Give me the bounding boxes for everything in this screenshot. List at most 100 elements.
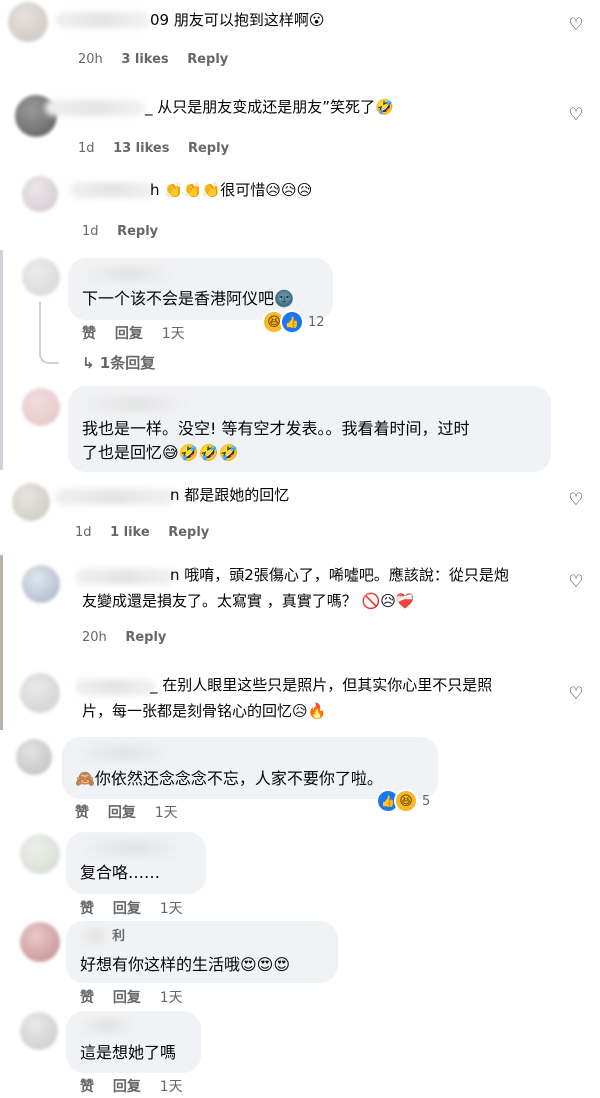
comment-meta: 1d Reply: [82, 224, 172, 239]
like-button[interactable]: 赞: [80, 1079, 94, 1095]
author-name-blur: [80, 928, 112, 944]
like-count[interactable]: 3 likes: [121, 52, 168, 67]
reply-button[interactable]: Reply: [188, 141, 229, 156]
reply-button[interactable]: Reply: [168, 525, 209, 540]
avatar[interactable]: [12, 483, 50, 521]
avatar[interactable]: [20, 673, 60, 713]
comment-text: 這是想她了嗎: [80, 1043, 177, 1062]
comment-text: 09 朋友可以抱到这样啊😮: [150, 11, 325, 29]
comment-9: 🙈你依然还念念念不忘，人家不要你了啦。 👍 😆 5 赞 回复 1天: [0, 735, 600, 825]
comment-meta: 赞 回复 1天: [80, 898, 197, 918]
timestamp[interactable]: 1天: [160, 901, 183, 917]
comment-meta: 1d 13 likes Reply: [78, 141, 243, 156]
comment-text: 好想有你这样的生活哦😍😍😍: [80, 955, 291, 974]
comment-text: 🙈你依然还念念念不忘，人家不要你了啦。: [75, 769, 383, 788]
reply-button[interactable]: 回复: [115, 326, 143, 342]
comment-6: n 都是跟她的回忆 1d 1 like Reply ♡: [0, 475, 600, 555]
timestamp[interactable]: 1d: [75, 525, 92, 540]
comment-text-line1: _ 在别人眼里这些只是照片，但其实你心里不只是照: [150, 676, 493, 694]
like-button[interactable]: 赞: [80, 901, 94, 917]
reply-button[interactable]: 回复: [113, 990, 141, 1006]
reply-button[interactable]: 回复: [113, 1079, 141, 1095]
timestamp[interactable]: 1d: [78, 141, 95, 156]
comment-5: 我也是一样。没空! 等有空才发表。。我看着时间，过时 了也是回忆😅🤣🤣🤣: [0, 380, 600, 475]
comment-12: 這是想她了嗎 赞 回复 1天: [0, 1008, 600, 1098]
like-button[interactable]: 赞: [80, 990, 94, 1006]
like-count[interactable]: 1 like: [110, 525, 150, 540]
avatar[interactable]: [16, 739, 52, 775]
comment-text-line1: n 哦唷，頭2張傷心了，唏噓吧。應該說：從只是炮: [170, 566, 509, 584]
comment-meta: 20h 3 likes Reply: [78, 52, 242, 67]
comment-text-line2: 了也是回忆😅🤣🤣🤣: [82, 443, 239, 462]
avatar[interactable]: [22, 565, 60, 603]
reply-button[interactable]: Reply: [125, 630, 166, 645]
author-name[interactable]: [70, 182, 155, 198]
comment-text: n 都是跟她的回忆: [170, 486, 290, 504]
like-button[interactable]: 赞: [82, 326, 96, 342]
author-name[interactable]: [55, 12, 150, 28]
like-count[interactable]: 13 likes: [113, 141, 169, 156]
avatar[interactable]: [20, 922, 60, 962]
view-replies-link[interactable]: ↳ 1条回复: [82, 352, 155, 373]
author-name[interactable]: [82, 396, 192, 412]
comment-meta: 20h Reply: [82, 630, 180, 645]
avatar[interactable]: [8, 2, 48, 42]
timestamp[interactable]: 1天: [155, 805, 178, 821]
avatar[interactable]: [22, 176, 58, 212]
comment-meta: 赞 回复 1天: [82, 323, 199, 343]
thread-line: [39, 302, 59, 364]
avatar[interactable]: [22, 258, 60, 296]
comment-meta: 赞 回复 1天: [80, 987, 197, 1007]
avatar[interactable]: [20, 834, 60, 874]
comment-meta: 赞 回复 1天: [80, 1076, 197, 1096]
author-name[interactable]: 利: [112, 924, 125, 950]
timestamp[interactable]: 20h: [82, 630, 107, 645]
author-name[interactable]: [55, 489, 175, 505]
comment-text-line1: 我也是一样。没空! 等有空才发表。。我看着时间，过时: [82, 419, 470, 438]
comment-10: 复合咯…… 赞 回复 1天: [0, 828, 600, 918]
comment-text-line2: 友變成還是損友了。太寫實 ，真實了嗎？ 🚫😥❤️‍🩹: [82, 592, 415, 610]
author-name[interactable]: [45, 100, 145, 116]
heart-outline-icon[interactable]: ♡: [567, 573, 585, 591]
author-name[interactable]: [80, 1018, 135, 1034]
reactions[interactable]: 👍 😆 5: [376, 789, 431, 813]
reactions[interactable]: 😆 👍 12: [262, 310, 325, 334]
reply-button[interactable]: Reply: [187, 52, 228, 67]
reply-button[interactable]: 回复: [108, 805, 136, 821]
heart-outline-icon[interactable]: ♡: [567, 106, 585, 124]
comment-8: _ 在别人眼里这些只是照片，但其实你心里不只是照 片，每一张都是刻骨铭心的回忆😥…: [0, 665, 600, 735]
comment-2: _ 从只是朋友变成还是朋友”笑死了🤣 1d 13 likes Reply ♡: [0, 85, 600, 165]
heart-outline-icon[interactable]: ♡: [567, 685, 585, 703]
avatar[interactable]: [22, 388, 60, 426]
author-name[interactable]: [75, 679, 155, 695]
comment-7: n 哦唷，頭2張傷心了，唏噓吧。應該說：從只是炮 友變成還是損友了。太寫實 ，真…: [0, 555, 600, 660]
like-reaction-icon: 👍: [280, 310, 304, 334]
comment-1: 09 朋友可以抱到这样啊😮 20h 3 likes Reply ♡: [0, 0, 600, 85]
comment-4: 下一个该不会是香港阿仪吧🌚 😆 👍 12 赞 回复 1天 ↳ 1条回复: [0, 250, 600, 380]
comment-text: 复合咯……: [80, 863, 161, 882]
comment-3: h 👏👏👏很可惜😥😥😥 1d Reply: [0, 170, 600, 250]
like-button[interactable]: 赞: [75, 805, 89, 821]
comment-text: _ 从只是朋友变成还是朋友”笑死了🤣: [145, 98, 394, 116]
comment-meta: 1d 1 like Reply: [75, 525, 223, 540]
author-name[interactable]: [75, 745, 175, 761]
comment-text-line2: 片，每一张都是刻骨铭心的回忆😥🔥: [82, 702, 327, 720]
author-name[interactable]: [82, 266, 177, 282]
author-name[interactable]: [75, 569, 175, 585]
comment-11: 利 好想有你这样的生活哦😍😍😍 赞 回复 1天: [0, 918, 600, 1008]
timestamp[interactable]: 20h: [78, 52, 103, 67]
avatar[interactable]: [20, 1012, 58, 1050]
reply-button[interactable]: 回复: [113, 901, 141, 917]
timestamp[interactable]: 1天: [160, 1079, 183, 1095]
comment-text: 下一个该不会是香港阿仪吧🌚: [82, 289, 294, 308]
timestamp[interactable]: 1天: [162, 326, 185, 342]
heart-outline-icon[interactable]: ♡: [567, 16, 585, 34]
timestamp[interactable]: 1天: [160, 990, 183, 1006]
heart-outline-icon[interactable]: ♡: [567, 491, 585, 509]
author-name[interactable]: [80, 840, 190, 856]
timestamp[interactable]: 1d: [82, 224, 99, 239]
comment-meta: 赞 回复 1天: [75, 802, 192, 822]
reaction-count: 5: [422, 793, 431, 809]
haha-reaction-icon: 😆: [394, 789, 418, 813]
reply-button[interactable]: Reply: [117, 224, 158, 239]
